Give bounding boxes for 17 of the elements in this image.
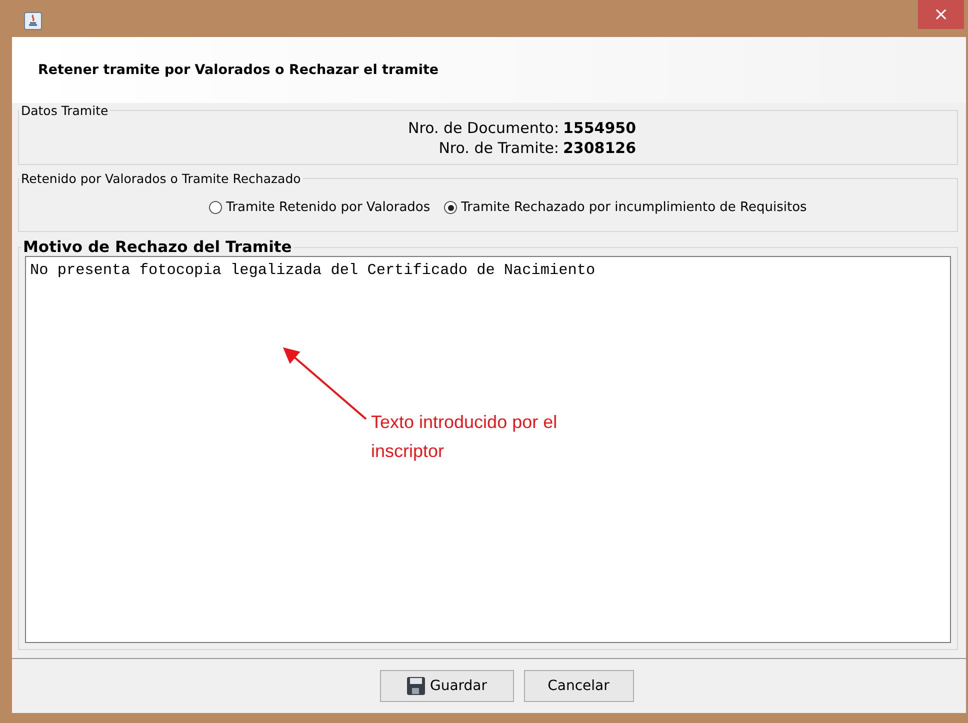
field-label: Nro. de Documento: bbox=[407, 119, 560, 137]
field-value: 1554950 bbox=[563, 119, 638, 137]
annotation-text: Texto introducido por el inscriptor bbox=[371, 411, 558, 463]
radio-option[interactable]: Tramite Retenido por Valorados bbox=[209, 200, 430, 215]
field-value: 2308126 bbox=[563, 139, 638, 157]
field-label: Nro. de Tramite: bbox=[438, 139, 560, 157]
group-title: Datos Tramite bbox=[20, 103, 110, 118]
group-title: Motivo de Rechazo del Tramite bbox=[22, 238, 293, 256]
close-button[interactable]: × bbox=[918, 0, 964, 29]
radio-button[interactable] bbox=[444, 201, 458, 214]
radio-button[interactable] bbox=[209, 201, 222, 214]
cancel-button[interactable]: Cancelar bbox=[524, 670, 634, 702]
dialog-title: Retener tramite por Valorados o Rechazar el tramite bbox=[38, 62, 439, 78]
app-icon bbox=[24, 12, 42, 30]
save-button[interactable]: Guardar bbox=[380, 670, 514, 702]
group-title: Retenido por Valorados o Tramite Rechazado bbox=[20, 171, 302, 186]
radio-option[interactable]: Tramite Rechazado por incumplimiento de Requisitos bbox=[444, 200, 807, 215]
